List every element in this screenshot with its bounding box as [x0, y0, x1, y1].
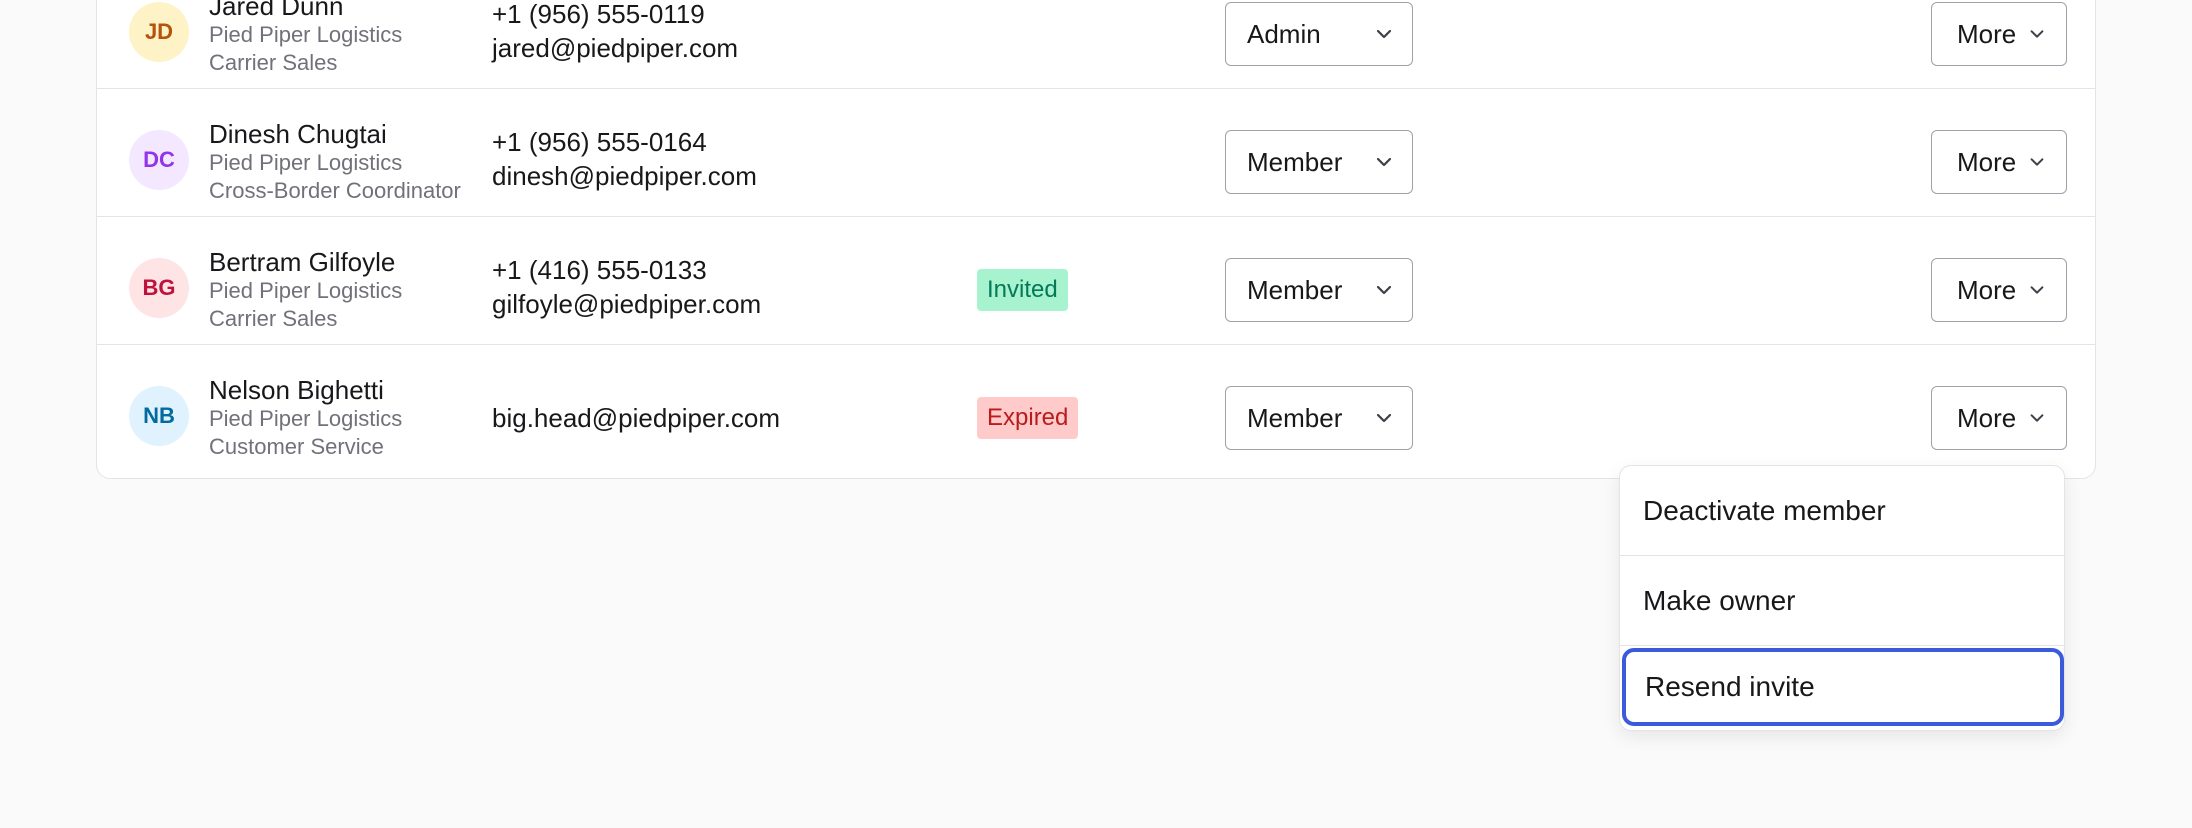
more-button-label: More	[1957, 402, 2017, 433]
more-button[interactable]: More	[1931, 130, 2067, 194]
member-name: Nelson Bighetti	[209, 375, 384, 405]
member-contact: +1 (956) 555-0119 jared@piedpiper.com	[492, 0, 738, 65]
status-badge: Invited	[977, 269, 1068, 311]
table-row: JD Jared Dunn Pied Piper Logistics Carri…	[97, 0, 2095, 89]
member-name: Jared Dunn	[209, 0, 344, 21]
chevron-down-icon	[1376, 285, 1392, 295]
member-contact: +1 (956) 555-0164 dinesh@piedpiper.com	[492, 125, 757, 193]
member-name: Bertram Gilfoyle	[209, 247, 396, 277]
more-button-label: More	[1957, 146, 2017, 177]
more-button-label: More	[1957, 18, 2017, 49]
role-select[interactable]: Member	[1225, 130, 1413, 194]
more-button[interactable]: More	[1931, 258, 2067, 322]
member-phone: +1 (416) 555-0133	[492, 255, 707, 285]
more-actions-menu: Deactivate member Make owner Resend invi…	[1619, 465, 2065, 731]
chevron-down-icon	[2030, 286, 2044, 294]
chevron-down-icon	[2030, 414, 2044, 422]
member-email: gilfoyle@piedpiper.com	[492, 289, 762, 319]
table-row: BG Bertram Gilfoyle Pied Piper Logistics…	[97, 217, 2095, 345]
member-title: Cross-Border Coordinator	[209, 178, 461, 203]
member-email: dinesh@piedpiper.com	[492, 161, 757, 191]
chevron-down-icon	[1376, 29, 1392, 39]
member-info: Jared Dunn Pied Piper Logistics Carrier …	[209, 0, 402, 77]
avatar: DC	[129, 130, 189, 190]
table-row: NB Nelson Bighetti Pied Piper Logistics …	[97, 345, 2095, 473]
role-select-value: Member	[1247, 274, 1343, 305]
avatar: JD	[129, 2, 189, 62]
member-contact: big.head@piedpiper.com	[492, 401, 780, 435]
table-row: DC Dinesh Chugtai Pied Piper Logistics C…	[97, 89, 2095, 217]
role-select[interactable]: Member	[1225, 386, 1413, 450]
menu-item-make-owner[interactable]: Make owner	[1620, 556, 2064, 646]
member-contact: +1 (416) 555-0133 gilfoyle@piedpiper.com	[492, 253, 761, 321]
more-button-label: More	[1957, 274, 2017, 305]
avatar: BG	[129, 258, 189, 318]
chevron-down-icon	[1376, 413, 1392, 423]
members-table: JD Jared Dunn Pied Piper Logistics Carri…	[96, 0, 2096, 479]
menu-item-deactivate-member[interactable]: Deactivate member	[1620, 466, 2064, 556]
member-info: Nelson Bighetti Pied Piper Logistics Cus…	[209, 375, 402, 461]
role-select-value: Member	[1247, 402, 1343, 433]
member-company: Pied Piper Logistics	[209, 278, 403, 303]
role-select[interactable]: Member	[1225, 258, 1413, 322]
role-select-value: Admin	[1247, 18, 1321, 49]
more-button[interactable]: More	[1931, 386, 2067, 450]
chevron-down-icon	[1376, 157, 1392, 167]
role-select[interactable]: Admin	[1225, 2, 1413, 66]
role-select-value: Member	[1247, 146, 1343, 177]
member-info: Dinesh Chugtai Pied Piper Logistics Cros…	[209, 119, 461, 205]
member-info: Bertram Gilfoyle Pied Piper Logistics Ca…	[209, 247, 402, 333]
member-title: Customer Service	[209, 434, 384, 459]
chevron-down-icon	[2030, 30, 2044, 38]
member-email: big.head@piedpiper.com	[492, 403, 781, 433]
member-company: Pied Piper Logistics	[209, 406, 403, 431]
chevron-down-icon	[2030, 158, 2044, 166]
avatar: NB	[129, 386, 189, 446]
member-phone: +1 (956) 555-0119	[492, 0, 705, 29]
member-phone: +1 (956) 555-0164	[492, 127, 707, 157]
status-badge: Expired	[977, 397, 1079, 439]
more-button[interactable]: More	[1931, 2, 2067, 66]
member-title: Carrier Sales	[209, 50, 338, 75]
member-title: Carrier Sales	[209, 306, 338, 331]
member-company: Pied Piper Logistics	[209, 150, 403, 175]
member-name: Dinesh Chugtai	[209, 119, 387, 149]
member-email: jared@piedpiper.com	[492, 33, 739, 63]
menu-item-resend-invite[interactable]: Resend invite	[1622, 648, 2064, 726]
member-company: Pied Piper Logistics	[209, 22, 403, 47]
